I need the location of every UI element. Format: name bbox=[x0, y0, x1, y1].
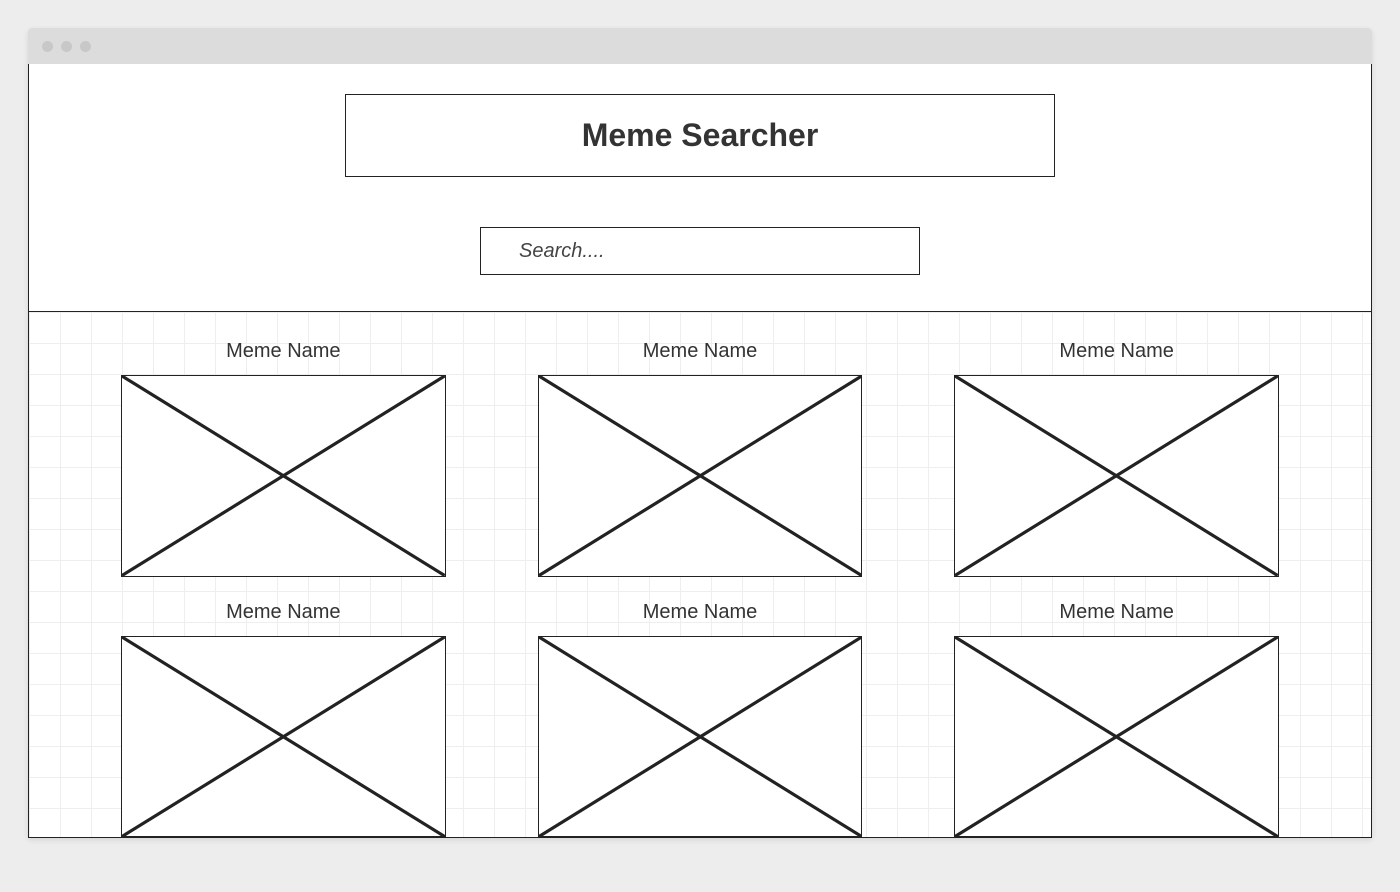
page-title: Meme Searcher bbox=[356, 117, 1044, 154]
results-grid: Meme Name Meme Name Meme Name Meme Name bbox=[29, 312, 1371, 837]
meme-card[interactable]: Meme Name bbox=[538, 340, 863, 577]
image-placeholder-icon bbox=[954, 636, 1279, 838]
title-box: Meme Searcher bbox=[345, 94, 1055, 177]
window-minimize-icon[interactable] bbox=[61, 41, 72, 52]
meme-name-label: Meme Name bbox=[643, 340, 757, 363]
meme-card[interactable]: Meme Name bbox=[121, 340, 446, 577]
meme-name-label: Meme Name bbox=[226, 340, 340, 363]
search-box bbox=[480, 227, 920, 275]
meme-name-label: Meme Name bbox=[1059, 601, 1173, 624]
search-input[interactable] bbox=[481, 240, 919, 263]
browser-window: Meme Searcher Meme Name Meme Name Meme bbox=[28, 28, 1372, 838]
image-placeholder-icon bbox=[121, 636, 446, 838]
image-placeholder-icon bbox=[538, 636, 863, 838]
meme-card[interactable]: Meme Name bbox=[954, 340, 1279, 577]
meme-card[interactable]: Meme Name bbox=[538, 601, 863, 838]
meme-card[interactable]: Meme Name bbox=[121, 601, 446, 838]
meme-name-label: Meme Name bbox=[226, 601, 340, 624]
header-area: Meme Searcher bbox=[29, 64, 1371, 312]
window-close-icon[interactable] bbox=[42, 41, 53, 52]
image-placeholder-icon bbox=[121, 375, 446, 577]
window-maximize-icon[interactable] bbox=[80, 41, 91, 52]
image-placeholder-icon bbox=[954, 375, 1279, 577]
meme-name-label: Meme Name bbox=[1059, 340, 1173, 363]
meme-name-label: Meme Name bbox=[643, 601, 757, 624]
image-placeholder-icon bbox=[538, 375, 863, 577]
window-titlebar bbox=[28, 28, 1372, 64]
viewport: Meme Searcher Meme Name Meme Name Meme bbox=[28, 64, 1372, 838]
meme-card[interactable]: Meme Name bbox=[954, 601, 1279, 838]
